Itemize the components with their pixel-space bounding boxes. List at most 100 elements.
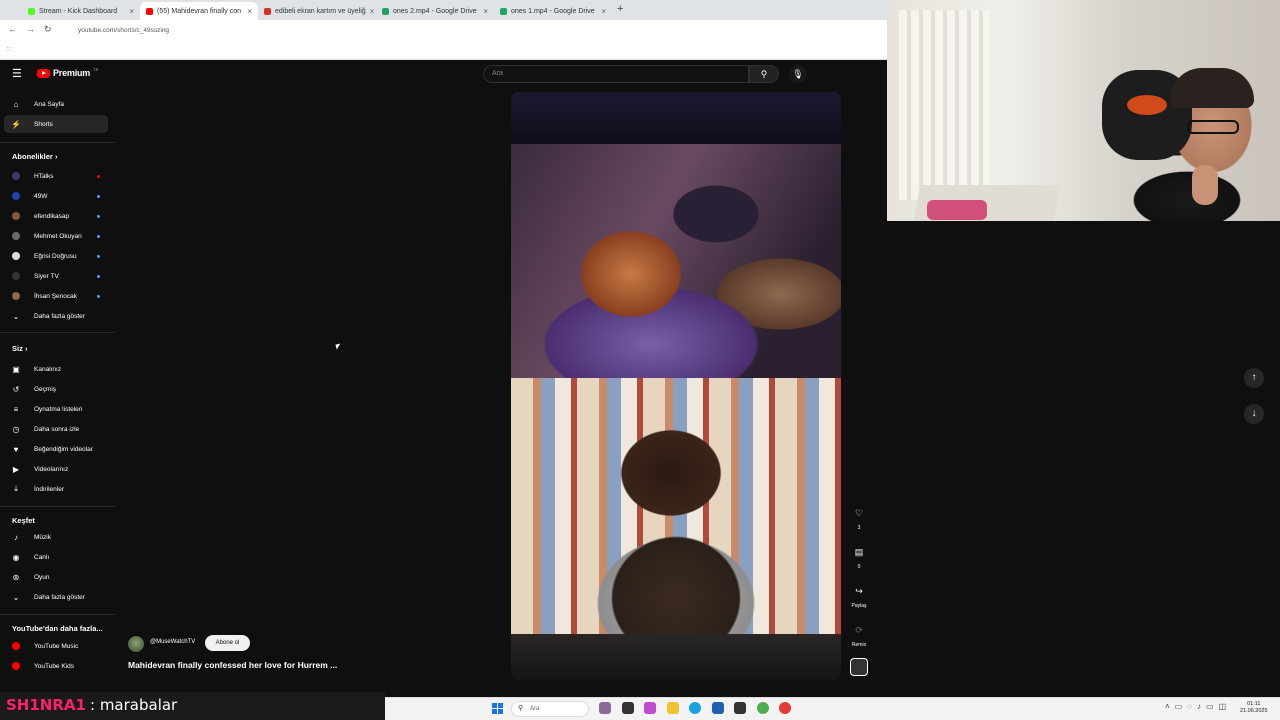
avatar — [12, 292, 20, 300]
store-icon[interactable] — [712, 702, 724, 714]
previous-short-button[interactable]: ↑ — [1244, 368, 1264, 388]
subscribe-button[interactable]: Abone ol — [205, 635, 250, 651]
divider — [0, 142, 115, 143]
new-content-dot — [97, 234, 100, 238]
taskbar-search[interactable]: ⚲ Ara — [511, 701, 589, 717]
short-title[interactable]: Mahidevran finally confessed her love fo… — [128, 660, 337, 670]
channel-name[interactable]: @MuseWatchTV — [150, 639, 195, 645]
sidebar-item-label: Shorts — [34, 120, 53, 128]
clock-icon: ◷ — [12, 424, 20, 434]
channel-avatar[interactable] — [128, 636, 144, 652]
share-button[interactable]: ↪ Paylaş — [849, 581, 869, 609]
video-scene-period-drama — [511, 144, 841, 378]
close-icon[interactable]: × — [247, 7, 252, 16]
sidebar-item-your-channel[interactable]: ▣ Kanalınız — [4, 360, 108, 378]
new-content-dot — [97, 254, 100, 258]
search-button[interactable]: ⚲ — [749, 65, 779, 83]
file-explorer-icon[interactable] — [667, 702, 679, 714]
apps-grid-icon[interactable]: ⁙ — [6, 45, 13, 54]
sidebar-item-gaming[interactable]: ⊛ Oyun — [4, 568, 108, 586]
address-bar: ← → ↻ youtube.com/shorts/c_49sszing — [0, 20, 887, 42]
sidebar-item-music[interactable]: ♪ Müzik — [4, 528, 108, 546]
next-short-button[interactable]: ↓ — [1244, 404, 1264, 424]
app-icon[interactable] — [644, 702, 656, 714]
sidebar: ⌂ Ana Sayfa ⚡ Shorts Abonelikler › HTalk… — [0, 60, 115, 692]
close-icon[interactable]: × — [483, 7, 488, 16]
arrow-down-icon: ↓ — [1251, 408, 1257, 419]
sidebar-item-home[interactable]: ⌂ Ana Sayfa — [4, 95, 108, 113]
kick-favicon-icon — [28, 7, 35, 15]
sidebar-item-subscription[interactable]: Mehmet Okuyan — [4, 227, 108, 245]
sidebar-item-shorts[interactable]: ⚡ Shorts — [4, 115, 108, 133]
chat-text: : marabalar — [90, 696, 178, 714]
pink-object — [927, 200, 987, 220]
sidebar-item-history[interactable]: ↺ Geçmiş — [4, 380, 108, 398]
task-view-icon[interactable] — [622, 702, 634, 714]
gamepad-icon: ⊛ — [12, 572, 20, 582]
app-icon[interactable] — [599, 702, 611, 714]
comment-icon: ▤ — [854, 547, 864, 557]
clock-time: 01:11 — [1247, 701, 1261, 707]
sidebar-item-subscription[interactable]: İhsan Şenocak — [4, 287, 108, 305]
sound-thumbnail[interactable] — [850, 658, 868, 676]
short-video-player[interactable] — [511, 92, 841, 680]
avatar — [12, 192, 20, 200]
close-icon[interactable]: × — [129, 7, 134, 16]
search-icon: ⚲ — [518, 705, 524, 712]
edge-icon[interactable] — [689, 702, 701, 714]
you-header[interactable]: Siz › — [12, 344, 27, 353]
subscriptions-header[interactable]: Abonelikler › — [12, 152, 57, 161]
chrome-icon[interactable] — [757, 702, 769, 714]
sidebar-item-playlists[interactable]: ≡ Oynatma listeleri — [4, 400, 108, 418]
tab-youtube-short[interactable]: (55) Mahidevran finally con × — [140, 2, 258, 20]
show-more-button[interactable]: ⌄ Daha fazla göster — [4, 307, 108, 325]
app-icon[interactable] — [779, 702, 791, 714]
remix-button[interactable]: ⟳ Remix — [849, 620, 869, 648]
history-icon: ↺ — [12, 384, 20, 394]
comments-button[interactable]: ▤ 0 — [849, 542, 869, 570]
sidebar-item-subscription[interactable]: Eğrisi Doğrusu — [4, 247, 108, 265]
sidebar-item-subscription[interactable]: HTalks — [4, 167, 108, 185]
new-tab-plus-icon[interactable]: + — [617, 3, 623, 15]
tab-kick-dashboard[interactable]: Stream - Kick Dashboard × — [22, 2, 140, 20]
search-input[interactable]: Ara — [483, 65, 749, 83]
back-arrow-icon[interactable]: ← — [8, 24, 17, 34]
app-icon[interactable] — [734, 702, 746, 714]
forward-arrow-icon[interactable]: → — [26, 24, 35, 34]
clock[interactable]: 01:11 21.06.2025 — [1240, 701, 1268, 715]
windows-start-icon[interactable] — [492, 703, 503, 714]
tab-drive-ones-1[interactable]: ones 1.mp4 - Google Drive × — [494, 2, 612, 20]
sidebar-item-your-videos[interactable]: ▶ Videolarınız — [4, 460, 108, 478]
close-icon[interactable]: × — [601, 7, 606, 16]
video-top-band — [511, 92, 841, 144]
url-field[interactable]: youtube.com/shorts/c_49sszing — [66, 24, 876, 38]
show-more-button[interactable]: ⌄ Daha fazla göster — [4, 588, 108, 606]
voice-search-button[interactable]: 🎙 — [789, 65, 807, 83]
sidebar-item-watch-later[interactable]: ◷ Daha sonra izle — [4, 420, 108, 438]
tab-gmail[interactable]: edibeli ekran kartım ve üyeliğ × — [258, 2, 376, 20]
tab-title: ones 1.mp4 - Google Drive — [511, 7, 595, 15]
curtain — [899, 10, 989, 200]
avatar — [12, 232, 20, 240]
sidebar-item-youtube-kids[interactable]: YouTube Kids — [4, 657, 108, 675]
sidebar-item-subscription[interactable]: efendikasap — [4, 207, 108, 225]
tab-drive-ones-2[interactable]: ones 2.mp4 - Google Drive × — [376, 2, 494, 20]
sidebar-item-subscription[interactable]: Siyer TV — [4, 267, 108, 285]
sidebar-item-live[interactable]: ◉ Canlı — [4, 548, 108, 566]
close-icon[interactable]: × — [370, 7, 375, 16]
sidebar-item-liked-videos[interactable]: ♥ Beğendiğim videolar — [4, 440, 108, 458]
search-icon: ⚲ — [760, 69, 768, 79]
sidebar-item-youtube-music[interactable]: YouTube Music — [4, 637, 108, 655]
clock-date: 21.06.2025 — [1240, 708, 1268, 714]
bookmarks-bar: ⁙ — [0, 42, 887, 60]
like-button[interactable]: ♡ 3 — [849, 503, 869, 531]
avatar — [12, 252, 20, 260]
share-arrow-icon: ↪ — [855, 586, 863, 596]
sidebar-item-downloads[interactable]: ⤓ İndirilenler — [4, 480, 108, 498]
chair-logo — [1127, 95, 1167, 115]
reload-icon[interactable]: ↻ — [44, 24, 52, 35]
music-note-icon: ♪ — [14, 532, 18, 542]
sidebar-item-subscription[interactable]: 49W — [4, 187, 108, 205]
system-tray-icons[interactable]: ˄▭◌♪▭◫ — [1165, 702, 1231, 711]
video-scene-reactor — [511, 378, 841, 634]
